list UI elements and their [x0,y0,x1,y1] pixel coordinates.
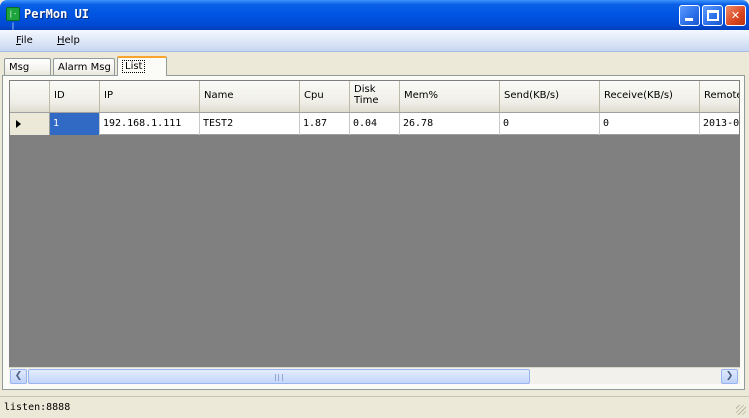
horizontal-scrollbar[interactable]: ❮ ❯ [9,367,740,384]
grid-header-row: ID IP Name Cpu Disk Time Mem% Send(KB/s)… [10,81,739,113]
scroll-thumb[interactable] [28,369,530,384]
menu-file-rest: ile [21,35,33,46]
maximize-icon [707,10,719,21]
menu-bar: File Help [0,30,749,52]
table-row[interactable]: 1 192.168.1.111 TEST2 1.87 0.04 26.78 0 … [10,113,739,135]
column-header-id[interactable]: ID [50,81,100,112]
data-grid[interactable]: ID IP Name Cpu Disk Time Mem% Send(KB/s)… [9,80,740,384]
tab-alarm-msg[interactable]: Alarm Msg [53,58,115,76]
tab-alarm-msg-label: Alarm Msg [58,62,111,73]
title-bar[interactable]: |-| PerMon UI ✕ [0,0,749,30]
cell-receive[interactable]: 0 [600,113,700,135]
tab-msg-label: Msg [9,62,30,73]
close-button[interactable]: ✕ [725,5,746,26]
window-title: PerMon UI [24,7,90,21]
grip-icon [275,374,283,381]
chevron-left-icon: ❮ [14,371,23,381]
tab-list[interactable]: List [117,56,167,76]
maximize-button[interactable] [702,5,723,26]
minimize-button[interactable] [679,5,700,26]
app-icon: |-| [6,7,20,30]
tab-list-label: List [122,60,146,73]
cell-remote[interactable]: 2013-0 [700,113,739,135]
menu-help-rest: elp [64,35,80,46]
minimize-icon [685,18,693,21]
column-header-receive[interactable]: Receive(KB/s) [600,81,700,112]
row-header-corner [10,81,50,112]
cell-id[interactable]: 1 [50,113,100,135]
column-header-disk-time[interactable]: Disk Time [350,81,400,112]
cell-ip[interactable]: 192.168.1.111 [100,113,200,135]
cell-mem[interactable]: 26.78 [400,113,500,135]
status-bar: listen:8888 [0,396,749,418]
column-header-send[interactable]: Send(KB/s) [500,81,600,112]
cell-send[interactable]: 0 [500,113,600,135]
row-header[interactable] [10,113,50,135]
cell-name[interactable]: TEST2 [200,113,300,135]
menu-help-accel: H [57,35,65,46]
column-header-cpu[interactable]: Cpu [300,81,350,112]
scroll-right-button[interactable]: ❯ [721,369,738,384]
chevron-right-icon: ❯ [725,371,734,381]
column-header-mem[interactable]: Mem% [400,81,500,112]
status-text: listen:8888 [4,402,71,413]
resize-grip-icon[interactable] [736,405,746,415]
scroll-left-button[interactable]: ❮ [10,369,27,384]
menu-help[interactable]: Help [57,35,80,46]
cell-cpu[interactable]: 1.87 [300,113,350,135]
tab-msg[interactable]: Msg [4,58,51,76]
column-header-name[interactable]: Name [200,81,300,112]
column-header-ip[interactable]: IP [100,81,200,112]
current-row-arrow-icon [16,120,21,128]
column-header-remote[interactable]: Remote [700,81,739,112]
cell-disk-time[interactable]: 0.04 [350,113,400,135]
menu-file[interactable]: File [16,35,33,46]
close-icon: ✕ [730,9,741,22]
